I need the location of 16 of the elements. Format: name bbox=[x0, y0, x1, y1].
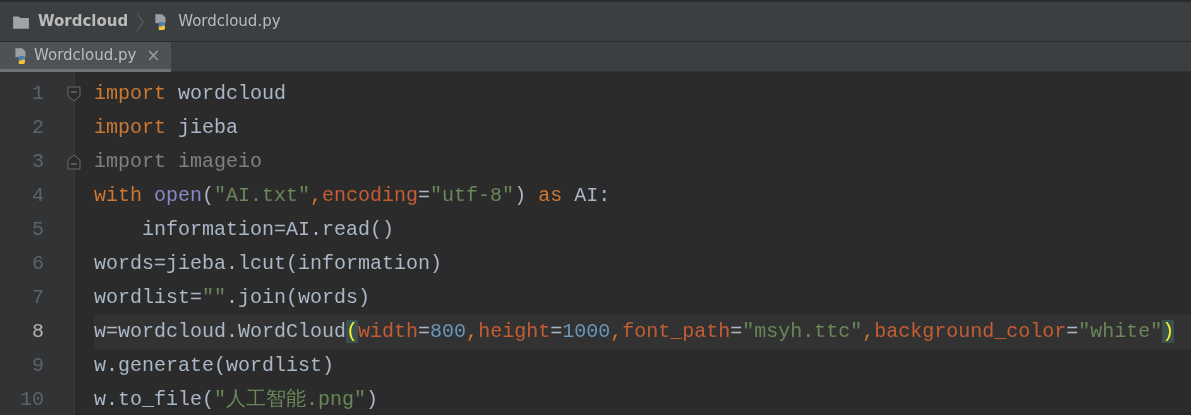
code-line: information=AI.read() bbox=[141, 217, 396, 243]
breadcrumb-item[interactable]: Wordcloud.py bbox=[178, 10, 281, 33]
code-line: words=jieba.lcut(information) bbox=[94, 251, 444, 277]
code-line: w.to_file("人工智能.png") bbox=[94, 387, 380, 413]
code-line: w.generate(wordlist) bbox=[94, 353, 336, 379]
code-line: wordlist="".join(words) bbox=[94, 285, 372, 311]
breadcrumb-item[interactable]: Wordcloud bbox=[38, 10, 129, 33]
code-line: with open("AI.txt",encoding="utf-8") as AI: bbox=[94, 183, 612, 209]
code-line: import jieba bbox=[94, 115, 240, 141]
fold-icon[interactable] bbox=[67, 154, 81, 170]
line-number: 8 bbox=[31, 319, 45, 345]
file-tab[interactable]: Wordcloud.py × bbox=[0, 42, 171, 72]
close-button[interactable]: × bbox=[140, 42, 161, 69]
fold-icon[interactable] bbox=[67, 86, 81, 102]
code-line: import imageio bbox=[94, 149, 264, 175]
code-line: import wordcloud bbox=[94, 81, 288, 107]
